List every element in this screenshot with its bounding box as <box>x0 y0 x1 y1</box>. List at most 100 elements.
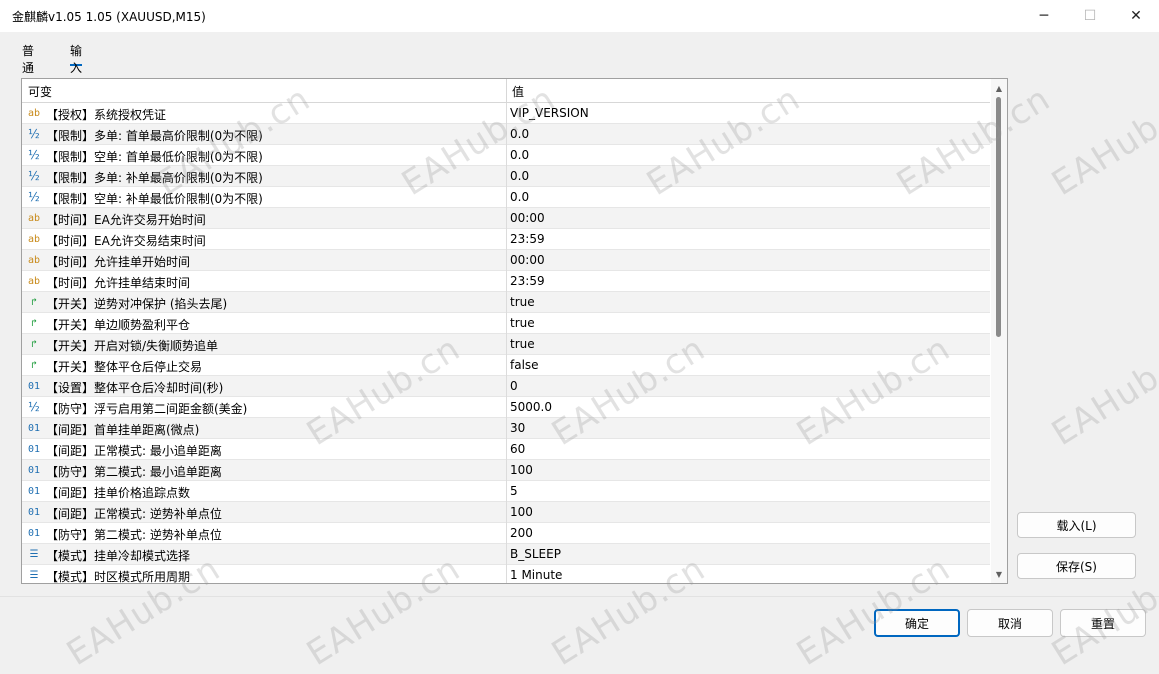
param-name: 【限制】空单: 首单最低价限制(0为不限) <box>46 150 263 164</box>
column-divider <box>506 418 507 439</box>
enum-type-icon: ☰ <box>29 569 39 581</box>
param-name: 【开关】逆势对冲保护 (掐头去尾) <box>46 297 228 311</box>
table-row[interactable]: ↱ 【开关】开启对锁/失衡顺势追单 true <box>22 334 990 355</box>
save-button[interactable]: 保存(S) <box>1017 553 1136 579</box>
string-type-icon: ab <box>27 275 41 287</box>
param-name: 【间距】正常模式: 逆势补单点位 <box>46 507 222 521</box>
reset-button[interactable]: 重置 <box>1060 609 1146 637</box>
param-value[interactable]: 100 <box>510 463 533 477</box>
column-divider <box>506 292 507 313</box>
table-row[interactable]: ☰ 【模式】时区模式所用周期 1 Minute <box>22 565 990 583</box>
param-value[interactable]: 0.0 <box>510 148 529 162</box>
table-row[interactable]: ab 【时间】EA允许交易开始时间 00:00 <box>22 208 990 229</box>
table-row[interactable]: 01 【间距】挂单价格追踪点数 5 <box>22 481 990 502</box>
param-value[interactable]: 60 <box>510 442 525 456</box>
param-value[interactable]: true <box>510 337 535 351</box>
ok-button[interactable]: 确定 <box>874 609 960 637</box>
param-name: 【防守】浮亏启用第二间距金额(美金) <box>46 402 248 416</box>
param-name: 【防守】第二模式: 逆势补单点位 <box>46 528 222 542</box>
double-type-icon: ½ <box>28 148 40 162</box>
tab-inputs[interactable]: 输入 <box>70 42 83 75</box>
param-value[interactable]: 0.0 <box>510 190 529 204</box>
double-type-icon: ½ <box>28 400 40 414</box>
table-row[interactable]: ½ 【限制】多单: 补单最高价限制(0为不限) 0.0 <box>22 166 990 187</box>
column-divider <box>506 523 507 544</box>
table-row[interactable]: ab 【时间】允许挂单结束时间 23:59 <box>22 271 990 292</box>
param-name: 【时间】EA允许交易结束时间 <box>46 234 206 248</box>
table-row[interactable]: 01 【设置】整体平仓后冷却时间(秒) 0 <box>22 376 990 397</box>
param-value[interactable]: 0.0 <box>510 169 529 183</box>
param-value[interactable]: true <box>510 295 535 309</box>
param-value[interactable]: 23:59 <box>510 274 545 288</box>
enum-type-icon: ☰ <box>29 548 39 560</box>
scroll-down-icon[interactable]: ▼ <box>991 567 1007 581</box>
table-row[interactable]: ☰ 【模式】挂单冷却模式选择 B_SLEEP <box>22 544 990 565</box>
string-type-icon: ab <box>27 254 41 266</box>
column-divider <box>506 187 507 208</box>
column-divider <box>506 250 507 271</box>
param-value[interactable]: 5000.0 <box>510 400 552 414</box>
param-value[interactable]: true <box>510 316 535 330</box>
param-value[interactable]: VIP_VERSION <box>510 106 589 120</box>
param-name: 【时间】EA允许交易开始时间 <box>46 213 206 227</box>
param-value[interactable]: 00:00 <box>510 253 545 267</box>
param-value[interactable]: B_SLEEP <box>510 547 561 561</box>
param-name: 【间距】挂单价格追踪点数 <box>46 486 191 500</box>
header-value[interactable]: 值 <box>512 83 524 100</box>
param-value[interactable]: 100 <box>510 505 533 519</box>
table-row[interactable]: ↱ 【开关】整体平仓后停止交易 false <box>22 355 990 376</box>
param-value[interactable]: 23:59 <box>510 232 545 246</box>
double-type-icon: ½ <box>28 190 40 204</box>
table-row[interactable]: ½ 【防守】浮亏启用第二间距金额(美金) 5000.0 <box>22 397 990 418</box>
close-button[interactable]: ✕ <box>1113 0 1159 32</box>
boolean-type-icon: ↱ <box>30 359 38 371</box>
column-divider <box>506 355 507 376</box>
column-divider <box>506 460 507 481</box>
table-row[interactable]: ab 【时间】EA允许交易结束时间 23:59 <box>22 229 990 250</box>
param-name: 【间距】首单挂单距离(微点) <box>46 423 200 437</box>
param-value[interactable]: 0.0 <box>510 127 529 141</box>
table-row[interactable]: 01 【间距】正常模式: 最小追单距离 60 <box>22 439 990 460</box>
column-divider <box>506 208 507 229</box>
cancel-button[interactable]: 取消 <box>967 609 1053 637</box>
header-variable[interactable]: 可变 <box>28 83 52 100</box>
load-button[interactable]: 载入(L) <box>1017 512 1136 538</box>
column-divider <box>506 481 507 502</box>
integer-type-icon: 01 <box>27 485 41 497</box>
param-value[interactable]: 5 <box>510 484 518 498</box>
table-row[interactable]: 01 【防守】第二模式: 最小追单距离 100 <box>22 460 990 481</box>
param-name: 【模式】挂单冷却模式选择 <box>46 549 191 563</box>
param-value[interactable]: 200 <box>510 526 533 540</box>
param-value[interactable]: false <box>510 358 539 372</box>
minimize-button[interactable]: ─ <box>1021 0 1067 32</box>
table-rows: ab 【授权】系统授权凭证 VIP_VERSION ½ 【限制】多单: 首单最高价限制(… <box>22 103 990 583</box>
column-divider <box>506 103 507 124</box>
column-divider <box>506 166 507 187</box>
table-row[interactable]: 01 【间距】正常模式: 逆势补单点位 100 <box>22 502 990 523</box>
scrollbar-thumb[interactable] <box>996 97 1001 337</box>
header-divider[interactable] <box>506 79 507 102</box>
table-row[interactable]: ½ 【限制】空单: 首单最低价限制(0为不限) 0.0 <box>22 145 990 166</box>
footer-divider <box>0 596 1159 597</box>
string-type-icon: ab <box>27 107 41 119</box>
param-value[interactable]: 00:00 <box>510 211 545 225</box>
column-divider <box>506 229 507 250</box>
table-row[interactable]: ↱ 【开关】逆势对冲保护 (掐头去尾) true <box>22 292 990 313</box>
table-row[interactable]: ↱ 【开关】单边顺势盈利平仓 true <box>22 313 990 334</box>
table-row[interactable]: 01 【防守】第二模式: 逆势补单点位 200 <box>22 523 990 544</box>
param-value[interactable]: 0 <box>510 379 518 393</box>
table-row[interactable]: ½ 【限制】多单: 首单最高价限制(0为不限) 0.0 <box>22 124 990 145</box>
param-value[interactable]: 30 <box>510 421 525 435</box>
param-value[interactable]: 1 Minute <box>510 568 562 582</box>
watermark-text: EAHub.cn <box>1045 78 1159 204</box>
table-row[interactable]: ab 【授权】系统授权凭证 VIP_VERSION <box>22 103 990 124</box>
maximize-button[interactable]: ☐ <box>1067 0 1113 32</box>
table-row[interactable]: ½ 【限制】空单: 补单最低价限制(0为不限) 0.0 <box>22 187 990 208</box>
tab-general[interactable]: 普通 <box>22 42 34 75</box>
column-divider <box>506 397 507 418</box>
table-row[interactable]: 01 【间距】首单挂单距离(微点) 30 <box>22 418 990 439</box>
vertical-scrollbar[interactable]: ▲ ▼ <box>991 79 1007 583</box>
scroll-up-icon[interactable]: ▲ <box>991 81 1007 95</box>
param-name: 【开关】开启对锁/失衡顺势追单 <box>46 339 219 353</box>
table-row[interactable]: ab 【时间】允许挂单开始时间 00:00 <box>22 250 990 271</box>
